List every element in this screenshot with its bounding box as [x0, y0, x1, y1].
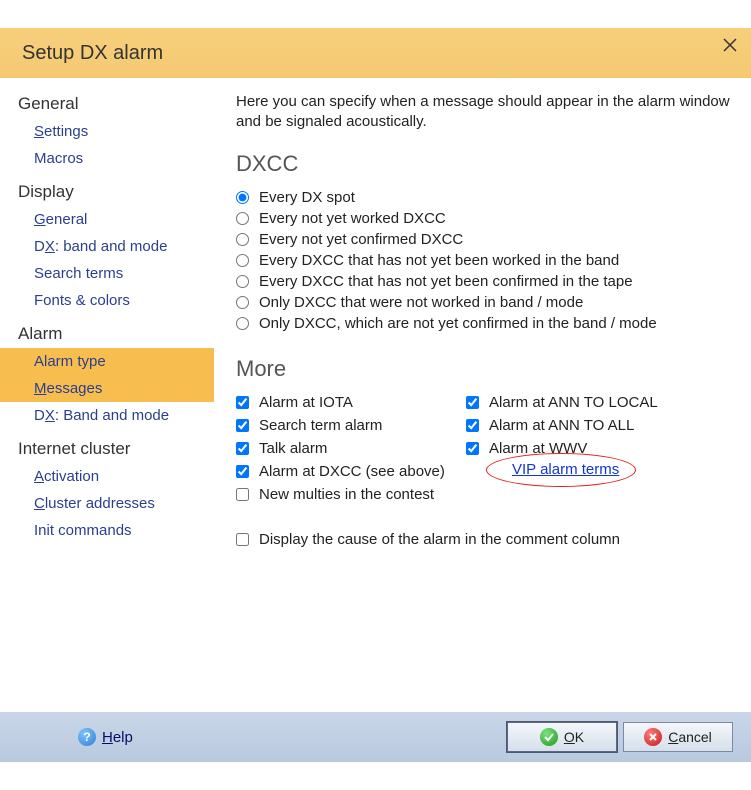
- window-title: Setup DX alarm: [22, 42, 163, 65]
- help-button[interactable]: ? Help: [78, 728, 133, 746]
- vip-alarm-terms-wrap: VIP alarm terms: [466, 461, 706, 482]
- dxcc-option-2[interactable]: Every not yet confirmed DXCC: [236, 229, 731, 250]
- more-search-term-checkbox[interactable]: [236, 419, 249, 432]
- display-cause-row[interactable]: Display the cause of the alarm in the co…: [236, 529, 731, 550]
- display-cause-checkbox[interactable]: [236, 533, 249, 546]
- content-pane: Here you can specify when a message shou…: [214, 78, 751, 712]
- dxcc-radio-1[interactable]: [236, 212, 249, 225]
- dxcc-option-1[interactable]: Every not yet worked DXCC: [236, 208, 731, 229]
- cancel-label-mn: C: [668, 729, 678, 745]
- more-new-multies-checkbox[interactable]: [236, 488, 249, 501]
- empty-cell: [466, 484, 706, 505]
- dxcc-label-1: Every not yet worked DXCC: [259, 210, 446, 227]
- more-iota-label: Alarm at IOTA: [259, 394, 353, 411]
- ok-icon: [540, 728, 558, 746]
- intro-text: Here you can specify when a message shou…: [236, 92, 731, 133]
- sidebar-item-general[interactable]: General: [0, 206, 214, 233]
- more-ann-all[interactable]: Alarm at ANN TO ALL: [466, 415, 706, 436]
- ok-label-rest: K: [575, 729, 584, 745]
- cancel-label-rest: ancel: [678, 729, 711, 745]
- more-search-term[interactable]: Search term alarm: [236, 415, 456, 436]
- dxcc-label-0: Every DX spot: [259, 189, 355, 206]
- more-search-term-label: Search term alarm: [259, 417, 382, 434]
- sidebar-group-display: Display: [0, 178, 214, 206]
- sidebar-item-search-terms[interactable]: Search terms: [0, 260, 214, 287]
- close-icon[interactable]: [719, 34, 741, 56]
- more-wwv-checkbox[interactable]: [466, 442, 479, 455]
- sidebar-item-alarm-type[interactable]: Alarm type: [0, 348, 214, 375]
- more-ann-all-label: Alarm at ANN TO ALL: [489, 417, 634, 434]
- more-iota-checkbox[interactable]: [236, 396, 249, 409]
- ok-label-mn: O: [564, 729, 575, 745]
- sidebar-item-dx-band-and-mode[interactable]: DX: Band and mode: [0, 402, 214, 429]
- dxcc-option-6[interactable]: Only DXCC, which are not yet confirmed i…: [236, 313, 731, 334]
- help-icon: ?: [78, 728, 96, 746]
- sidebar-item-messages[interactable]: Messages: [0, 375, 214, 402]
- sidebar-group-alarm: Alarm: [0, 320, 214, 348]
- more-ann-all-checkbox[interactable]: [466, 419, 479, 432]
- dxcc-label-2: Every not yet confirmed DXCC: [259, 231, 463, 248]
- more-talk-label: Talk alarm: [259, 440, 327, 457]
- more-section-head: More: [236, 356, 731, 382]
- more-ann-local[interactable]: Alarm at ANN TO LOCAL: [466, 392, 706, 413]
- help-label-rest: elp: [113, 729, 133, 746]
- more-ann-local-label: Alarm at ANN TO LOCAL: [489, 394, 658, 411]
- more-new-multies-label: New multies in the contest: [259, 486, 434, 503]
- sidebar-item-fonts-colors[interactable]: Fonts & colors: [0, 287, 214, 314]
- dxcc-radio-2[interactable]: [236, 233, 249, 246]
- dxcc-section-head: DXCC: [236, 151, 731, 177]
- sidebar: GeneralSettingsMacrosDisplayGeneralDX: b…: [0, 78, 214, 712]
- dxcc-label-4: Every DXCC that has not yet been confirm…: [259, 273, 633, 290]
- more-wwv-label: Alarm at WWV: [489, 440, 587, 457]
- dxcc-radio-3[interactable]: [236, 254, 249, 267]
- more-new-multies[interactable]: New multies in the contest: [236, 484, 456, 505]
- dxcc-radio-0[interactable]: [236, 191, 249, 204]
- dxcc-radio-4[interactable]: [236, 275, 249, 288]
- more-dxcc-above-checkbox[interactable]: [236, 465, 249, 478]
- dxcc-option-0[interactable]: Every DX spot: [236, 187, 731, 208]
- sidebar-group-general: General: [0, 90, 214, 118]
- dxcc-radio-5[interactable]: [236, 296, 249, 309]
- cancel-button[interactable]: Cancel: [623, 722, 733, 752]
- sidebar-item-macros[interactable]: Macros: [0, 145, 214, 172]
- sidebar-item-settings[interactable]: Settings: [0, 118, 214, 145]
- footer-bar: ? Help OK Cancel: [0, 712, 751, 762]
- cancel-icon: [644, 728, 662, 746]
- dxcc-radio-6[interactable]: [236, 317, 249, 330]
- dxcc-option-4[interactable]: Every DXCC that has not yet been confirm…: [236, 271, 731, 292]
- help-label-mn: H: [102, 729, 113, 746]
- more-wwv[interactable]: Alarm at WWV: [466, 438, 706, 459]
- sidebar-group-internet-cluster: Internet cluster: [0, 435, 214, 463]
- more-ann-local-checkbox[interactable]: [466, 396, 479, 409]
- dxcc-label-5: Only DXCC that were not worked in band /…: [259, 294, 583, 311]
- sidebar-item-cluster-addresses[interactable]: Cluster addresses: [0, 490, 214, 517]
- more-talk-checkbox[interactable]: [236, 442, 249, 455]
- more-talk[interactable]: Talk alarm: [236, 438, 456, 459]
- more-dxcc-above[interactable]: Alarm at DXCC (see above): [236, 461, 456, 482]
- ok-button[interactable]: OK: [507, 722, 617, 752]
- more-dxcc-above-label: Alarm at DXCC (see above): [259, 463, 445, 480]
- dxcc-label-6: Only DXCC, which are not yet confirmed i…: [259, 315, 657, 332]
- dxcc-option-5[interactable]: Only DXCC that were not worked in band /…: [236, 292, 731, 313]
- sidebar-item-activation[interactable]: Activation: [0, 463, 214, 490]
- dxcc-option-3[interactable]: Every DXCC that has not yet been worked …: [236, 250, 731, 271]
- sidebar-item-dx-band-and-mode[interactable]: DX: band and mode: [0, 233, 214, 260]
- display-cause-label: Display the cause of the alarm in the co…: [259, 531, 620, 548]
- dxcc-label-3: Every DXCC that has not yet been worked …: [259, 252, 619, 269]
- more-iota[interactable]: Alarm at IOTA: [236, 392, 456, 413]
- vip-alarm-terms-link[interactable]: VIP alarm terms: [512, 461, 619, 478]
- sidebar-item-init-commands[interactable]: Init commands: [0, 517, 214, 544]
- window-title-bar: Setup DX alarm: [0, 28, 751, 78]
